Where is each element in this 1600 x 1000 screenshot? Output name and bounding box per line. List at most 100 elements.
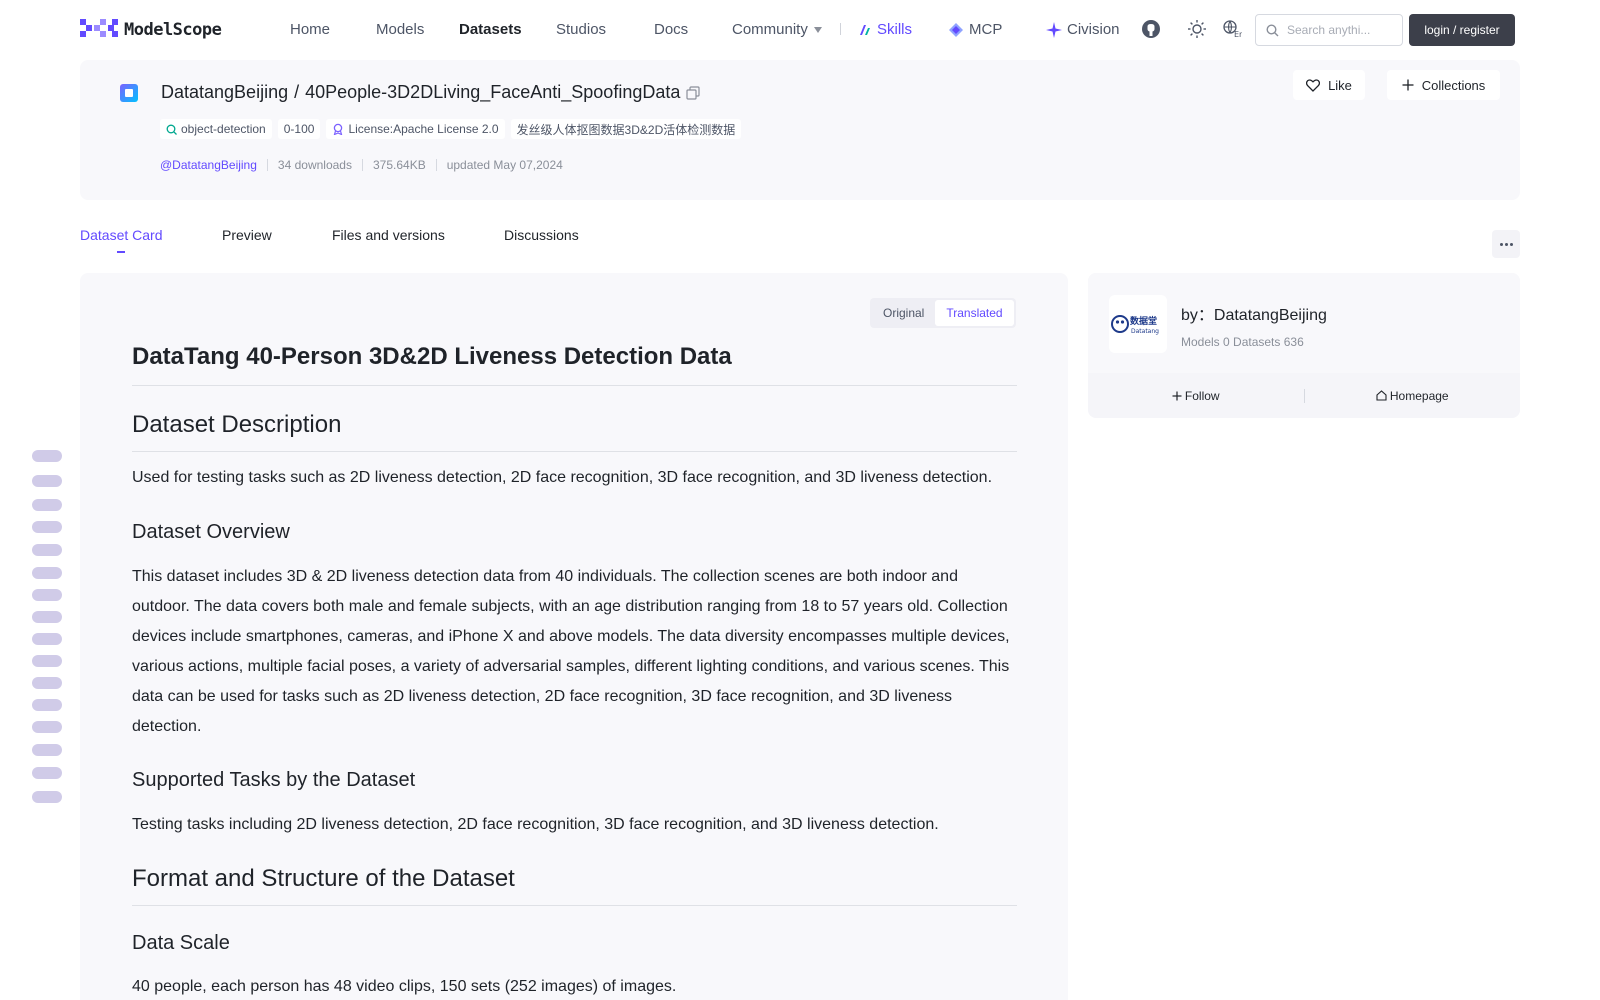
- license-tag[interactable]: License:Apache License 2.0: [326, 119, 505, 139]
- more-options-button[interactable]: [1492, 230, 1520, 258]
- nav-divider: [840, 23, 841, 35]
- plus-icon: [1402, 79, 1414, 91]
- title-separator: /: [294, 82, 300, 102]
- nav-studios[interactable]: Studios: [556, 21, 606, 38]
- size-tag[interactable]: 0-100: [277, 119, 321, 139]
- nav-home[interactable]: Home: [290, 21, 330, 38]
- collections-label: Collections: [1421, 77, 1486, 93]
- toc-item[interactable]: [32, 589, 62, 601]
- organization-actions: Follow Homepage: [1088, 373, 1520, 418]
- updated-date: updated May 07,2024: [446, 158, 563, 172]
- search-input[interactable]: [1287, 23, 1387, 37]
- tag-row: object-detection 0-100 License:Apache Li…: [160, 119, 742, 139]
- nav-docs[interactable]: Docs: [654, 21, 688, 38]
- description-heading: Dataset Description: [132, 411, 1017, 452]
- homepage-label: Homepage: [1389, 388, 1449, 403]
- toc-item[interactable]: [32, 450, 62, 462]
- organization-stats: Models 0 Datasets 636: [1181, 335, 1304, 349]
- follow-button[interactable]: Follow: [1088, 389, 1304, 403]
- owner-handle-link[interactable]: @DatatangBeijing: [160, 158, 257, 172]
- follow-label: Follow: [1184, 388, 1220, 403]
- tab-preview[interactable]: Preview: [222, 227, 272, 243]
- theme-toggle-icon[interactable]: [1187, 19, 1207, 39]
- github-icon[interactable]: [1141, 19, 1161, 39]
- nav-mcp-label: MCP: [969, 21, 1003, 38]
- organization-logo[interactable]: 数据堂 Datatang: [1109, 295, 1167, 353]
- meta-divider: [266, 159, 268, 171]
- nav-skills[interactable]: Skills: [858, 21, 912, 38]
- logo-mark-icon: [80, 19, 118, 41]
- tab-dataset-card[interactable]: Dataset Card: [80, 227, 162, 243]
- original-toggle[interactable]: Original: [872, 300, 935, 326]
- heart-icon: [1306, 78, 1321, 92]
- toc-item[interactable]: [32, 499, 62, 511]
- language-toggle: Original Translated: [870, 298, 1016, 328]
- meta-divider: [435, 159, 437, 171]
- toc-item[interactable]: [32, 767, 62, 779]
- copy-icon[interactable]: [686, 85, 700, 100]
- object-detection-icon: [166, 124, 177, 135]
- task-tag-label: object-detection: [181, 122, 266, 136]
- nav-datasets[interactable]: Datasets: [459, 21, 522, 38]
- active-tab-indicator: [117, 251, 125, 253]
- search-icon: [1266, 23, 1279, 36]
- translated-toggle[interactable]: Translated: [935, 300, 1014, 326]
- tab-files-and-versions[interactable]: Files and versions: [332, 227, 445, 243]
- task-tag[interactable]: object-detection: [160, 119, 272, 139]
- description-text: Used for testing tasks such as 2D livene…: [132, 469, 993, 486]
- nav-mcp[interactable]: MCP: [948, 21, 1002, 38]
- nav-civision-label: Civision: [1067, 21, 1120, 38]
- dataset-owner-link[interactable]: DatatangBeijing: [161, 82, 288, 103]
- data-scale-heading: Data Scale: [132, 932, 230, 954]
- collections-button[interactable]: Collections: [1387, 70, 1500, 100]
- sparkle-icon: [1046, 21, 1062, 38]
- nav-community[interactable]: Community: [732, 21, 822, 38]
- toc-item[interactable]: [32, 699, 62, 711]
- language-icon[interactable]: En: [1222, 19, 1242, 39]
- toc-item[interactable]: [32, 677, 62, 689]
- like-label: Like: [1328, 77, 1352, 93]
- dataset-card-panel: Original Translated DataTang 40-Person 3…: [80, 273, 1068, 1000]
- organization-info: 数据堂 Datatang by：DatatangBeijing Models 0…: [1088, 273, 1520, 373]
- svg-text:Datatang: Datatang: [1131, 328, 1159, 335]
- like-button[interactable]: Like: [1293, 70, 1365, 100]
- homepage-button[interactable]: Homepage: [1305, 389, 1521, 403]
- tasks-text: Testing tasks including 2D liveness dete…: [132, 816, 939, 833]
- license-icon: [334, 123, 343, 135]
- toc-item[interactable]: [32, 567, 62, 579]
- toc-item[interactable]: [32, 791, 62, 803]
- nav-models[interactable]: Models: [376, 21, 424, 38]
- search-box[interactable]: [1255, 14, 1403, 46]
- logo-text: ModelScope: [124, 20, 222, 40]
- toc-item[interactable]: [32, 475, 62, 487]
- toc-item[interactable]: [32, 721, 62, 733]
- svg-text:En: En: [1234, 30, 1242, 39]
- mcp-icon: [949, 22, 963, 37]
- datatang-logo: 数据堂 Datatang: [1111, 315, 1159, 335]
- description-tag[interactable]: 发丝级人体抠图数据3D&2D活体检测数据: [510, 119, 742, 139]
- toc-item[interactable]: [32, 611, 62, 623]
- toc-item[interactable]: [32, 544, 62, 556]
- toc-item[interactable]: [32, 655, 62, 667]
- modelscope-logo[interactable]: ModelScope: [80, 18, 222, 42]
- nav-community-label: Community: [732, 21, 808, 38]
- organization-card: 数据堂 Datatang by：DatatangBeijing Models 0…: [1088, 273, 1520, 418]
- format-heading: Format and Structure of the Dataset: [132, 865, 1017, 906]
- nav-skills-label: Skills: [877, 21, 913, 38]
- dataset-header: DatatangBeijing / 40People-3D2DLiving_Fa…: [80, 60, 1520, 200]
- organization-name[interactable]: by：DatatangBeijing: [1181, 301, 1327, 325]
- nav-civision[interactable]: Civision: [1046, 21, 1120, 38]
- svg-text:数据堂: 数据堂: [1130, 315, 1157, 327]
- dataset-meta: @DatatangBeijing 34 downloads 375.64KB u…: [160, 158, 563, 172]
- chevron-down-icon: [813, 27, 822, 34]
- tab-discussions[interactable]: Discussions: [504, 227, 579, 243]
- toc-item[interactable]: [32, 744, 62, 756]
- overview-text: This dataset includes 3D & 2D liveness d…: [132, 568, 1010, 735]
- skills-icon: [860, 24, 870, 35]
- toc-item[interactable]: [32, 521, 62, 533]
- download-count: 34 downloads: [277, 158, 352, 172]
- login-register-button[interactable]: login / register: [1409, 14, 1515, 46]
- toc-item[interactable]: [32, 633, 62, 645]
- dataset-size: 375.64KB: [372, 158, 426, 172]
- top-navigation: ModelScope Home Models Datasets Studios …: [0, 0, 1600, 58]
